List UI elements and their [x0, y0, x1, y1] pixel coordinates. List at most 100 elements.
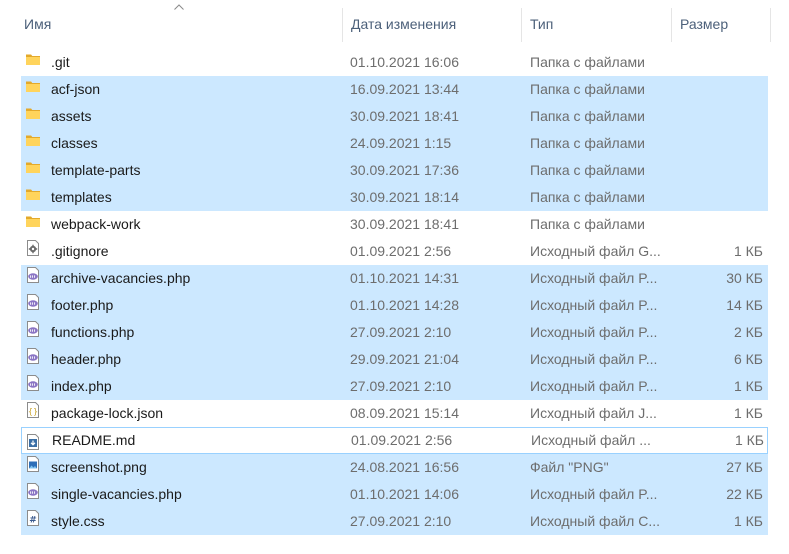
json-file-icon: {}: [25, 400, 41, 427]
file-size: 1 КБ: [733, 378, 763, 394]
file-date-modified: 29.09.2021 21:04: [350, 351, 459, 367]
column-header-name[interactable]: Имя: [24, 0, 342, 48]
file-row[interactable]: classes 24.09.2021 1:15 Папка с файлами: [21, 130, 768, 157]
php-file-icon: [25, 319, 41, 346]
file-type: Папка с файлами: [530, 108, 645, 124]
file-date-modified: 08.09.2021 15:14: [350, 405, 459, 421]
file-name: .gitignore: [51, 243, 109, 259]
file-name: .git: [51, 54, 70, 70]
file-name: webpack-work: [51, 216, 141, 232]
file-row[interactable]: single-vacancies.php 01.10.2021 14:06 Исхо…: [21, 481, 768, 508]
file-type: Исходный файл ...: [531, 432, 651, 448]
file-type: Исходный файл P...: [530, 351, 658, 367]
column-header-bar: Имя Дата изменения Тип Размер: [0, 0, 789, 48]
gear-file-icon: [25, 238, 41, 265]
file-name: template-parts: [51, 162, 141, 178]
file-date-modified: 01.09.2021 2:56: [351, 432, 453, 448]
file-size: [673, 49, 763, 76]
file-row[interactable]: .git 01.10.2021 16:06 Папка с файлами: [21, 49, 768, 76]
folder-icon: [25, 103, 41, 130]
file-name: footer.php: [51, 297, 114, 313]
file-size: [673, 130, 763, 157]
file-size: [673, 157, 763, 184]
file-date-modified: 01.09.2021 2:56: [350, 243, 452, 259]
column-header-date[interactable]: Дата изменения: [351, 0, 521, 48]
file-size: [673, 103, 763, 130]
file-row[interactable]: assets 30.09.2021 18:41 Папка с файлами: [21, 103, 768, 130]
file-type: Папка с файлами: [530, 54, 645, 70]
file-name: index.php: [51, 378, 112, 394]
file-size: [673, 211, 763, 238]
php-file-icon: [25, 292, 41, 319]
file-date-modified: 27.09.2021 2:10: [350, 513, 452, 529]
file-size: [673, 184, 763, 211]
column-divider[interactable]: [521, 8, 522, 42]
file-row[interactable]: archive-vacancies.php 01.10.2021 14:31 Исх…: [21, 265, 768, 292]
file-row[interactable]: templates 30.09.2021 18:14 Папка с файлами: [21, 184, 768, 211]
file-size: 6 КБ: [733, 351, 763, 367]
file-name: package-lock.json: [51, 405, 164, 421]
file-date-modified: 24.08.2021 16:56: [350, 459, 459, 475]
file-row[interactable]: webpack-work 30.09.2021 18:41 Папка с файл…: [21, 211, 768, 238]
column-header-type[interactable]: Тип: [530, 0, 670, 48]
column-header-size[interactable]: Размер: [680, 0, 770, 48]
file-name: functions.php: [51, 324, 135, 340]
file-type: Исходный файл G...: [530, 243, 661, 259]
file-type: Исходный файл P...: [530, 297, 658, 313]
file-row[interactable]: acf-json 16.09.2021 13:44 Папка с файлами: [21, 76, 768, 103]
file-row[interactable]: {} package-lock.json 08.09.2021 15:14 Исход…: [21, 400, 768, 427]
file-row[interactable]: header.php 29.09.2021 21:04 Исходный файл …: [21, 346, 768, 373]
file-size: 22 КБ: [726, 486, 763, 502]
php-file-icon: [25, 346, 41, 373]
column-divider[interactable]: [342, 8, 343, 42]
file-row[interactable]: functions.php 27.09.2021 2:10 Исходный фай…: [21, 319, 768, 346]
file-date-modified: 27.09.2021 2:10: [350, 378, 452, 394]
folder-icon: [25, 211, 41, 238]
file-date-modified: 30.09.2021 18:41: [350, 108, 459, 124]
file-name: header.php: [51, 351, 122, 367]
css-file-icon: #: [25, 508, 41, 535]
file-name: screenshot.png: [51, 459, 147, 475]
folder-icon: [25, 76, 41, 103]
file-date-modified: 30.09.2021 18:41: [350, 216, 459, 232]
file-row[interactable]: template-parts 30.09.2021 17:36 Папка с фа…: [21, 157, 768, 184]
file-date-modified: 01.10.2021 14:06: [350, 486, 459, 502]
file-date-modified: 30.09.2021 18:14: [350, 189, 459, 205]
file-size: 1 КБ: [733, 405, 763, 421]
folder-icon: [25, 157, 41, 184]
file-type: Исходный файл P...: [530, 270, 658, 286]
image-file-icon: [25, 454, 41, 481]
php-file-icon: [25, 373, 41, 400]
php-file-icon: [25, 481, 41, 508]
file-name: style.css: [51, 513, 105, 529]
php-file-icon: [25, 265, 41, 292]
file-row[interactable]: # style.css 27.09.2021 2:10 Исходный файл C…: [21, 508, 768, 535]
file-size: 27 КБ: [726, 459, 763, 475]
file-row[interactable]: README.md 01.09.2021 2:56 Исходный файл ..…: [21, 427, 768, 454]
file-size: [673, 76, 763, 103]
file-row[interactable]: footer.php 01.10.2021 14:28 Исходный файл …: [21, 292, 768, 319]
file-row[interactable]: index.php 27.09.2021 2:10 Исходный файл P.…: [21, 373, 768, 400]
file-type: Папка с файлами: [530, 162, 645, 178]
folder-icon: [25, 49, 41, 76]
file-date-modified: 01.10.2021 14:31: [350, 270, 459, 286]
file-type: Исходный файл C...: [530, 513, 661, 529]
column-divider[interactable]: [770, 8, 771, 42]
file-name: README.md: [52, 432, 136, 448]
file-name: single-vacancies.php: [51, 486, 182, 502]
folder-icon: [25, 184, 41, 211]
file-type: Файл "PNG": [530, 459, 609, 475]
file-date-modified: 24.09.2021 1:15: [350, 135, 452, 151]
file-type: Исходный файл P...: [530, 486, 658, 502]
file-size: 1 КБ: [734, 432, 764, 448]
column-divider[interactable]: [671, 8, 672, 42]
file-row[interactable]: screenshot.png 24.08.2021 16:56 Файл "PNG"…: [21, 454, 768, 481]
folder-icon: [25, 130, 41, 157]
file-date-modified: 01.10.2021 16:06: [350, 54, 459, 70]
file-size: 2 КБ: [733, 324, 763, 340]
file-type: Папка с файлами: [530, 216, 645, 232]
file-name: archive-vacancies.php: [51, 270, 191, 286]
svg-text:#: #: [29, 516, 37, 526]
file-row[interactable]: .gitignore 01.09.2021 2:56 Исходный файл G…: [21, 238, 768, 265]
file-type: Исходный файл J...: [530, 405, 657, 421]
